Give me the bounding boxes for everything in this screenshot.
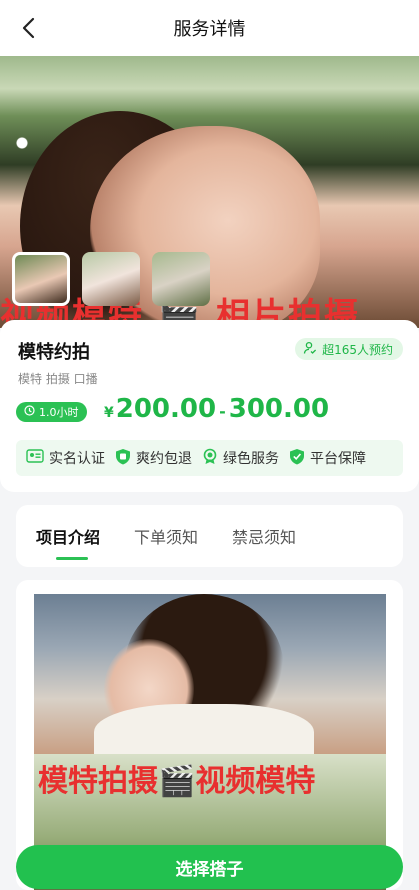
- duration-value: 1.0小时: [39, 406, 79, 419]
- guarantee-label: 实名认证: [49, 451, 105, 467]
- tab-taboos[interactable]: 禁忌须知: [232, 524, 296, 548]
- guarantee-label: 平台保障: [310, 451, 366, 467]
- guarantee-green: 绿色服务: [202, 448, 279, 469]
- badge-icon: [202, 448, 218, 469]
- page-title: 服务详情: [173, 19, 246, 40]
- id-card-icon: [26, 449, 44, 467]
- duration-badge: 1.0小时: [16, 402, 87, 422]
- refund-shield-icon: [115, 448, 131, 469]
- booked-count: 超165人预约: [322, 342, 393, 357]
- price-max: 300.00: [228, 394, 330, 424]
- price-range: ¥ 200.00 - 300.00: [104, 394, 329, 424]
- service-name: 模特约拍: [18, 342, 90, 363]
- thumbnail-2[interactable]: [82, 252, 140, 306]
- select-partner-button[interactable]: 选择搭子: [16, 845, 403, 889]
- guarantee-label: 爽约包退: [136, 451, 192, 467]
- thumbnail-1[interactable]: [12, 252, 70, 306]
- check-shield-icon: [289, 448, 305, 469]
- guarantee-refund: 爽约包退: [115, 448, 192, 469]
- guarantee-bar[interactable]: 实名认证 爽约包退 绿色服务 平台保障: [16, 440, 403, 476]
- back-icon[interactable]: [14, 14, 42, 42]
- guarantee-platform: 平台保障: [289, 448, 366, 469]
- top-nav-bar: 服务详情: [0, 0, 419, 56]
- guarantee-real-name: 实名认证: [26, 448, 105, 468]
- detail-photo-text: 模特拍摄🎬视频模特: [38, 764, 316, 799]
- service-tags: 模特 拍摄 口播: [18, 372, 98, 386]
- guarantee-label: 绿色服务: [223, 451, 279, 467]
- tab-intro[interactable]: 项目介绍: [36, 524, 100, 560]
- user-check-icon: [303, 341, 317, 358]
- hero-gallery[interactable]: 视频模特 🎬 相片拍摄: [0, 56, 419, 328]
- detail-card: 模特拍摄🎬视频模特: [16, 580, 403, 890]
- service-info-card: 模特约拍 超165人预约 模特 拍摄 口播 1.0小时 ¥ 200.00 - 3…: [0, 320, 419, 492]
- tab-bar: 项目介绍 下单须知 禁忌须知: [16, 505, 403, 567]
- thumbnail-3[interactable]: [152, 252, 210, 306]
- clock-icon: [24, 405, 35, 419]
- price-min: 200.00: [115, 394, 217, 424]
- tab-order-notes[interactable]: 下单须知: [134, 524, 198, 548]
- price-separator: -: [219, 402, 226, 421]
- currency-symbol: ¥: [104, 405, 114, 421]
- booked-badge: 超165人预约: [295, 338, 403, 360]
- thumbnail-strip: [12, 252, 210, 306]
